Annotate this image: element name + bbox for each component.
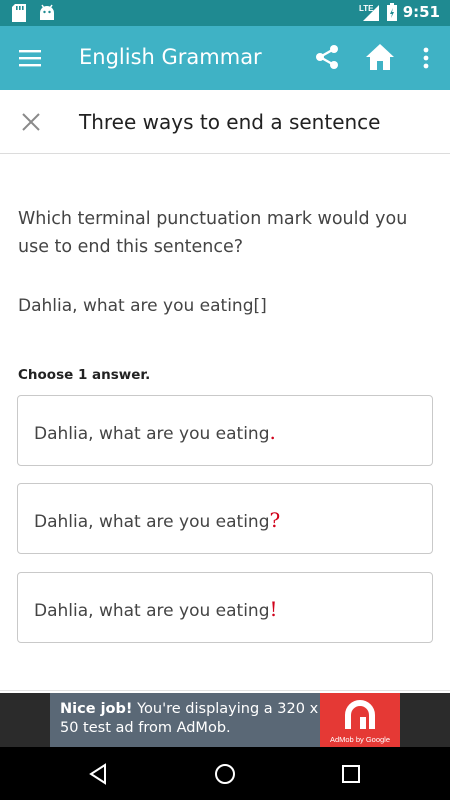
status-left-icons [12,4,56,22]
option-punctuation-mark: ? [269,508,281,532]
option-text: Dahlia, what are you eating [34,424,270,444]
home-button[interactable] [365,43,395,71]
close-icon [22,113,40,131]
option-punctuation-mark: . [269,420,276,444]
ad-banner[interactable]: Nice job! You're displaying a 320 x 50 t… [0,693,450,747]
question-sentence: Dahlia, what are you eating[] [18,296,267,316]
home-icon [366,44,394,70]
app-bar: English Grammar [0,26,450,90]
back-icon [89,763,106,785]
content-divider [0,690,450,691]
nav-recents-button[interactable] [339,762,363,786]
close-button[interactable] [20,111,42,133]
option-label: Dahlia, what are you eating! [34,597,278,621]
app-title: English Grammar [79,45,262,69]
status-bar: LTE 9:51 [0,0,450,26]
nav-back-button[interactable] [86,762,110,786]
nav-home-button[interactable] [213,762,237,786]
more-vert-icon [423,47,429,69]
question-prompt: Which terminal punctuation mark would yo… [18,209,408,257]
ad-logo-caption: AdMob by Google [329,735,391,744]
more-options-button[interactable] [418,44,434,72]
ad-text: Nice job! You're displaying a 320 x 50 t… [60,700,322,738]
sd-card-icon [12,4,26,22]
option-text: Dahlia, what are you eating [34,512,270,532]
answer-option-question-mark[interactable]: Dahlia, what are you eating? [17,483,433,554]
status-time: 9:51 [402,3,440,21]
option-label: Dahlia, what are you eating? [34,508,280,532]
menu-icon [19,50,41,67]
option-punctuation-mark: ! [269,597,278,621]
lesson-header: Three ways to end a sentence [0,90,450,154]
option-label: Dahlia, what are you eating. [34,420,276,444]
recents-icon [342,765,360,783]
android-icon [40,4,54,20]
signal-icon: LTE [359,4,379,21]
answer-option-period[interactable]: Dahlia, what are you eating. [17,395,433,466]
answer-instruction: Choose 1 answer. [18,367,151,383]
share-icon [316,45,338,69]
answer-option-exclamation[interactable]: Dahlia, what are you eating! [17,572,433,643]
ad-content[interactable]: Nice job! You're displaying a 320 x 50 t… [50,693,400,747]
option-text: Dahlia, what are you eating [34,601,270,621]
navigation-bar [0,747,450,800]
status-right-icons: LTE 9:51 [359,3,440,21]
share-button[interactable] [313,43,341,71]
battery-icon [386,3,397,21]
menu-button[interactable] [18,46,42,70]
ad-headline: Nice job! [60,701,133,717]
network-type: LTE [359,4,374,13]
admob-logo[interactable]: AdMob by Google [320,693,400,747]
lesson-title: Three ways to end a sentence [79,110,381,134]
home-circle-icon [215,764,235,784]
